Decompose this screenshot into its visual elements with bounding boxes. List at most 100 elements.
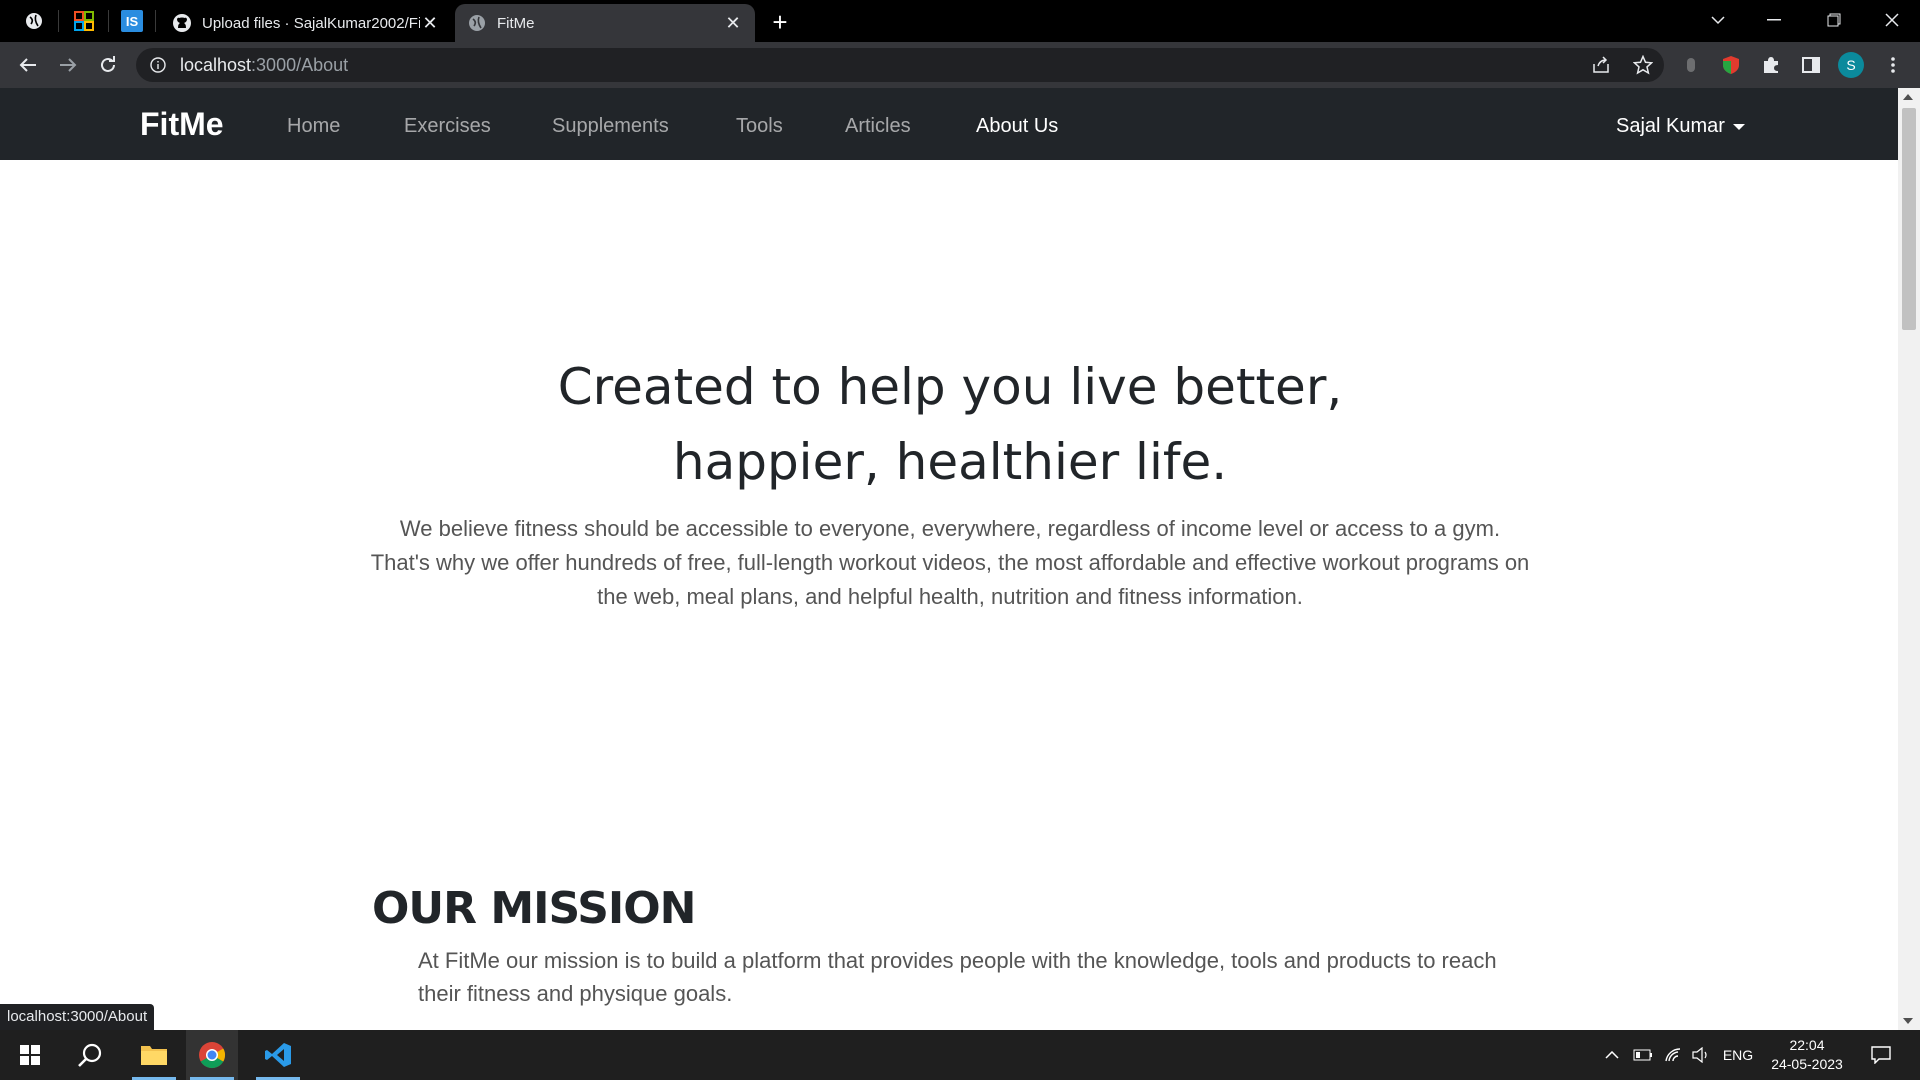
close-icon[interactable]: ✕ [723, 13, 743, 33]
battery-icon [1633, 1049, 1652, 1061]
volume-button[interactable] [1688, 1030, 1714, 1080]
url-text: localhost:3000/About [180, 55, 348, 76]
minimize-icon [1767, 19, 1781, 21]
url-host: localhost [180, 54, 252, 75]
globe-icon [469, 15, 485, 31]
minimize-button[interactable] [1746, 0, 1802, 40]
globe-icon [26, 13, 42, 29]
scrollbar-thumb[interactable] [1902, 108, 1916, 330]
pinned-tab-globe[interactable] [20, 8, 48, 34]
hero-title-line2: happier, healthier life. [672, 433, 1228, 491]
page-scrollbar[interactable] [1898, 88, 1920, 1030]
share-button[interactable] [1586, 50, 1616, 80]
is-app-icon: IS [121, 10, 143, 32]
windows-taskbar: ENG 22:04 24-05-2023 [0, 1030, 1920, 1080]
vscode-icon [265, 1043, 291, 1067]
windows-logo-icon [20, 1045, 40, 1065]
extension-button[interactable] [1716, 50, 1746, 80]
wifi-icon [1665, 1048, 1681, 1062]
extensions-menu-button[interactable] [1756, 50, 1786, 80]
nav-link-supplements[interactable]: Supplements [552, 115, 669, 138]
nav-link-exercises[interactable]: Exercises [404, 115, 491, 138]
info-icon[interactable] [150, 57, 166, 73]
address-bar[interactable]: localhost:3000/About [136, 48, 1664, 82]
taskbar-clock[interactable]: 22:04 24-05-2023 [1762, 1036, 1852, 1074]
brand-logo[interactable]: FitMe [140, 106, 224, 143]
scroll-down-icon[interactable] [1903, 1018, 1913, 1024]
user-name: Sajal Kumar [1616, 115, 1725, 137]
hero-description: We believe fitness should be accessible … [370, 516, 1530, 609]
github-icon [173, 14, 191, 32]
pinned-tab-is[interactable]: IS [118, 8, 146, 34]
back-button[interactable] [14, 51, 42, 79]
mission-description: At FitMe our mission is to build a platf… [418, 948, 1497, 1006]
search-icon [78, 1043, 102, 1067]
forward-button[interactable] [54, 51, 82, 79]
restore-icon [1827, 13, 1841, 27]
reload-icon [101, 56, 115, 72]
pinned-separator [155, 10, 156, 32]
scroll-up-icon[interactable] [1903, 94, 1913, 100]
close-icon[interactable]: ✕ [420, 13, 440, 33]
speaker-icon [1692, 1047, 1707, 1063]
svg-text:IS: IS [126, 14, 139, 29]
notification-icon [1871, 1046, 1891, 1064]
hero-title-line1: Created to help you live better, [557, 358, 1343, 416]
taskbar-file-explorer[interactable] [128, 1030, 180, 1080]
taskbar-vscode[interactable] [252, 1030, 304, 1080]
clock-time: 22:04 [1789, 1037, 1825, 1053]
pinned-tab-app[interactable] [70, 8, 98, 34]
browser-menu-button[interactable] [1878, 50, 1908, 80]
tab-upload-files[interactable]: Upload files · SajalKumar2002/Fit ✕ [160, 4, 452, 42]
reload-button[interactable] [94, 51, 122, 79]
side-panel-icon [1802, 57, 1820, 73]
battery-button[interactable] [1630, 1030, 1656, 1080]
nav-link-about-us[interactable]: About Us [976, 115, 1058, 138]
user-dropdown[interactable]: Sajal Kumar [1616, 115, 1745, 138]
network-button[interactable] [1660, 1030, 1686, 1080]
tab-search-button[interactable] [1690, 0, 1746, 40]
pinned-separator [58, 10, 59, 32]
nav-link-articles[interactable]: Articles [845, 115, 911, 138]
chevron-down-icon [1711, 16, 1725, 25]
folder-icon [141, 1046, 167, 1065]
mission-heading: OUR MISSION [372, 883, 696, 934]
extension-grey-icon [1687, 58, 1695, 72]
browser-tab-strip: IS Upload files · SajalKumar2002/Fit ✕ F… [0, 0, 1920, 42]
share-icon [1593, 56, 1609, 73]
shield-icon [1723, 56, 1739, 74]
puzzle-icon [1764, 57, 1778, 73]
tab-fitme[interactable]: FitMe ✕ [455, 4, 755, 42]
pinned-separator [108, 10, 109, 32]
clock-date: 24-05-2023 [1771, 1056, 1843, 1072]
new-tab-button[interactable]: + [766, 7, 794, 37]
tab-title: FitMe [497, 14, 535, 32]
hero-title: Created to help you live better, happier… [300, 350, 1600, 500]
action-center-button[interactable] [1864, 1030, 1898, 1080]
arrow-left-icon [19, 58, 36, 72]
restore-button[interactable] [1806, 0, 1862, 40]
url-path: :3000/About [251, 54, 349, 75]
grid-app-icon [74, 11, 94, 31]
nav-link-tools[interactable]: Tools [736, 115, 783, 138]
window-close-button[interactable] [1864, 0, 1920, 40]
search-button[interactable] [64, 1030, 116, 1080]
link-status-bubble: localhost:3000/About [0, 1004, 155, 1030]
side-panel-button[interactable] [1796, 50, 1826, 80]
show-hidden-icons-button[interactable] [1600, 1030, 1624, 1080]
page-viewport: FitMe Home Exercises Supplements Tools A… [0, 88, 1920, 1030]
close-icon [1885, 13, 1899, 27]
bookmark-button[interactable] [1628, 50, 1658, 80]
language-indicator[interactable]: ENG [1718, 1030, 1758, 1080]
tab-title: Upload files · SajalKumar2002/Fit [202, 14, 420, 32]
kebab-menu-icon [1891, 57, 1895, 73]
arrow-right-icon [60, 58, 77, 72]
nav-link-home[interactable]: Home [287, 115, 340, 138]
caret-down-icon [1732, 123, 1745, 130]
browser-toolbar: localhost:3000/About S [0, 42, 1920, 88]
start-button[interactable] [4, 1030, 56, 1080]
extension-button[interactable] [1676, 50, 1706, 80]
taskbar-chrome[interactable] [186, 1030, 238, 1080]
profile-avatar[interactable]: S [1838, 52, 1864, 78]
chevron-up-icon [1605, 1051, 1619, 1059]
